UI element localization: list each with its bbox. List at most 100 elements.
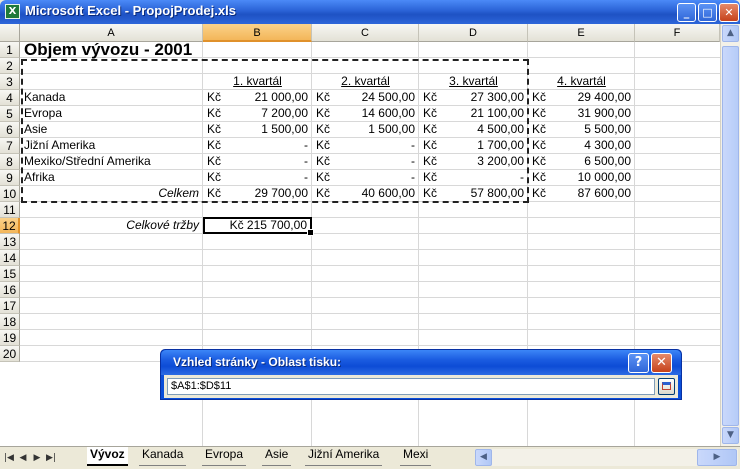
column-header-b[interactable]: B (203, 24, 312, 42)
region-value-cell[interactable]: 5 500,00 (550, 122, 631, 138)
region-value-cell[interactable]: - (334, 138, 415, 154)
scroll-up-icon[interactable]: ▲ (722, 25, 739, 42)
scroll-right-icon[interactable]: ▶ (697, 449, 737, 466)
row-header[interactable]: 2 (0, 58, 20, 74)
total-q4[interactable]: 87 600,00 (550, 186, 631, 202)
expand-dialog-icon[interactable] (658, 378, 675, 395)
sheet-title[interactable]: Objem vývozu - 2001 (24, 41, 192, 59)
region-value-cell[interactable]: 4 300,00 (550, 138, 631, 154)
tab-jizni-amerika[interactable]: Jižní Amerika (305, 447, 383, 466)
column-header-c[interactable]: C (312, 24, 419, 42)
row-header[interactable]: 12 (0, 218, 20, 234)
column-header-d[interactable]: D (419, 24, 528, 42)
region-name[interactable]: Afrika (24, 170, 55, 186)
column-header-f[interactable]: F (635, 24, 720, 42)
tab-evropa[interactable]: Evropa (202, 447, 247, 466)
grand-total-value[interactable]: Kč 215 700,00 (203, 218, 307, 234)
quarter-header[interactable]: 3. kvartál (419, 74, 528, 90)
region-value-cell[interactable]: 31 900,00 (550, 106, 631, 122)
close-button[interactable]: ✕ (719, 3, 739, 22)
row-header[interactable]: 1 (0, 42, 20, 58)
region-value-cell[interactable]: 1 700,00 (441, 138, 524, 154)
row-header[interactable]: 20 (0, 346, 20, 362)
region-value-cell[interactable]: - (225, 154, 308, 170)
currency-label: Kč (316, 122, 331, 136)
row-header[interactable]: 14 (0, 250, 20, 266)
region-name[interactable]: Kanada (24, 90, 65, 106)
quarter-header[interactable]: 4. kvartál (528, 74, 635, 90)
dialog-close-button[interactable]: ✕ (651, 353, 672, 373)
row-header[interactable]: 9 (0, 170, 20, 186)
first-sheet-icon[interactable]: |◀ (3, 451, 15, 465)
currency-label: Kč (423, 138, 438, 152)
region-value-cell[interactable]: 10 000,00 (550, 170, 631, 186)
row-header[interactable]: 16 (0, 282, 20, 298)
dialog-titlebar[interactable]: Vzhled stránky - Oblast tisku: ? ✕ (161, 350, 681, 375)
gridline (20, 281, 720, 282)
currency-label: Kč (423, 122, 438, 136)
tab-mexiko[interactable]: Mexi (400, 447, 432, 466)
region-value-cell[interactable]: 21 100,00 (441, 106, 524, 122)
scroll-down-icon[interactable]: ▼ (722, 427, 739, 444)
region-value-cell[interactable]: - (225, 170, 308, 186)
region-value-cell[interactable]: - (334, 154, 415, 170)
row-header[interactable]: 7 (0, 138, 20, 154)
row-header[interactable]: 5 (0, 106, 20, 122)
tab-kanada[interactable]: Kanada (139, 447, 187, 466)
column-header-e[interactable]: E (528, 24, 635, 42)
print-area-input[interactable]: $A$1:$D$11 (167, 378, 655, 395)
region-value-cell[interactable]: 29 400,00 (550, 90, 631, 106)
region-name[interactable]: Evropa (24, 106, 62, 122)
total-q2[interactable]: 40 600,00 (334, 186, 415, 202)
grand-total-label[interactable]: Celkové tržby (21, 218, 199, 234)
minimize-button[interactable]: _ (677, 3, 696, 22)
total-label[interactable]: Celkem (21, 186, 199, 202)
tab-vyvoz[interactable]: Vývoz (87, 447, 128, 466)
region-name[interactable]: Asie (24, 122, 47, 138)
maximize-button[interactable]: □ (698, 3, 717, 22)
row-header[interactable]: 6 (0, 122, 20, 138)
total-q1[interactable]: 29 700,00 (225, 186, 308, 202)
row-header[interactable]: 3 (0, 74, 20, 90)
row-header[interactable]: 17 (0, 298, 20, 314)
region-value-cell[interactable]: 21 000,00 (225, 90, 308, 106)
quarter-header[interactable]: 2. kvartál (312, 74, 419, 90)
row-header[interactable]: 4 (0, 90, 20, 106)
next-sheet-icon[interactable]: ▶ (31, 451, 43, 465)
region-value-cell[interactable]: 1 500,00 (225, 122, 308, 138)
region-name[interactable]: Jižní Amerika (24, 138, 95, 154)
last-sheet-icon[interactable]: ▶| (45, 451, 57, 465)
dialog-help-button[interactable]: ? (628, 353, 649, 373)
region-value-cell[interactable]: 4 500,00 (441, 122, 524, 138)
region-name[interactable]: Mexiko/Střední Amerika (24, 154, 151, 170)
currency-label: Kč (423, 186, 438, 200)
row-header[interactable]: 11 (0, 202, 20, 218)
row-header[interactable]: 15 (0, 266, 20, 282)
region-value-cell[interactable]: 14 600,00 (334, 106, 415, 122)
row-header[interactable]: 8 (0, 154, 20, 170)
excel-app-icon[interactable]: X (5, 4, 20, 19)
region-value-cell[interactable]: 27 300,00 (441, 90, 524, 106)
row-header[interactable]: 19 (0, 330, 20, 346)
region-value-cell[interactable]: 1 500,00 (334, 122, 415, 138)
vertical-scrollbar[interactable]: ▲ ▼ (720, 24, 740, 446)
row-header[interactable]: 13 (0, 234, 20, 250)
tab-asie[interactable]: Asie (262, 447, 292, 466)
region-value-cell[interactable]: 7 200,00 (225, 106, 308, 122)
region-value-cell[interactable]: - (441, 170, 524, 186)
horizontal-scrollbar[interactable]: ◀ ▶ (475, 449, 738, 466)
row-header[interactable]: 18 (0, 314, 20, 330)
prev-sheet-icon[interactable]: ◀ (17, 451, 29, 465)
region-value-cell[interactable]: 3 200,00 (441, 154, 524, 170)
currency-label: Kč (532, 122, 547, 136)
scroll-left-icon[interactable]: ◀ (475, 449, 492, 466)
total-q3[interactable]: 57 800,00 (441, 186, 524, 202)
currency-label: Kč (207, 170, 222, 184)
quarter-header[interactable]: 1. kvartál (203, 74, 312, 90)
vertical-scroll-thumb[interactable] (722, 46, 739, 426)
region-value-cell[interactable]: - (334, 170, 415, 186)
row-header[interactable]: 10 (0, 186, 20, 202)
region-value-cell[interactable]: 24 500,00 (334, 90, 415, 106)
region-value-cell[interactable]: - (225, 138, 308, 154)
region-value-cell[interactable]: 6 500,00 (550, 154, 631, 170)
